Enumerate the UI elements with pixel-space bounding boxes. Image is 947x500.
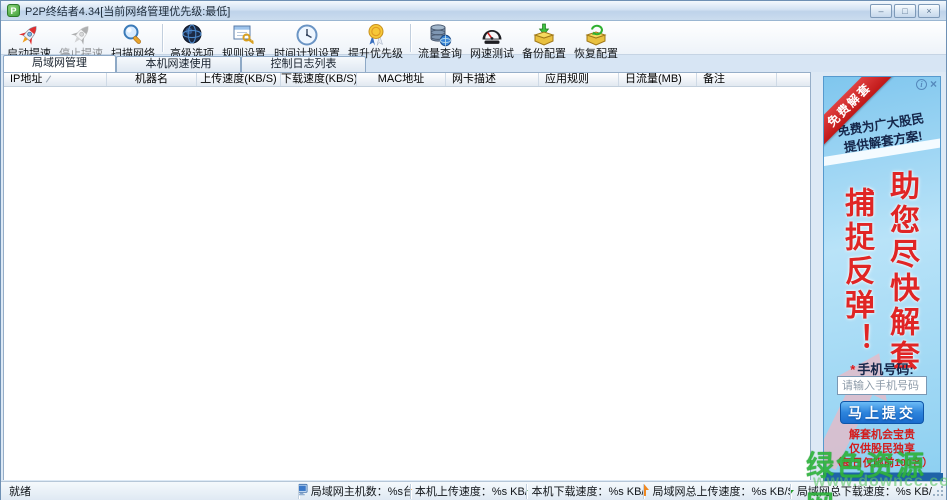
status-local-upload-text: 本机上传速度：%s KB/S xyxy=(414,486,527,498)
column-header-rule[interactable]: 应用规则 xyxy=(539,73,619,86)
sort-icon xyxy=(46,75,52,83)
column-header-filler xyxy=(777,73,810,86)
maximize-button[interactable]: □ xyxy=(894,3,916,18)
window-title: P2P终结者4.34[当前网络管理优先级:最低] xyxy=(25,5,231,18)
ad-panel[interactable]: 免费解套 i × 免费为广大股民 提供解套方案! 助您尽快解套 捕捉反弹！ * 手… xyxy=(823,76,941,473)
column-header-download-speed[interactable]: 下载速度(KB/S) xyxy=(281,73,357,86)
rocket-stop-icon xyxy=(68,22,94,48)
app-logo-icon: P xyxy=(7,4,20,17)
status-lan-upload: 局域网总上传速度：%s KB/S xyxy=(644,482,790,500)
tab-bar: 局域网管理 本机网速使用 控制日志列表 xyxy=(1,55,946,72)
ad-close-icon[interactable]: × xyxy=(930,78,937,90)
close-button[interactable]: × xyxy=(918,3,940,18)
ad-controls: i × xyxy=(915,78,937,90)
status-host-count-text: 局域网主机数：%s台 xyxy=(310,486,410,498)
up-arrow-icon xyxy=(644,483,650,499)
computer-icon xyxy=(298,483,308,499)
toolbar-separator xyxy=(162,24,163,52)
up-arrow-icon xyxy=(410,484,412,499)
globe-icon xyxy=(179,22,205,48)
column-header-daily-traffic[interactable]: 日流量(MB) xyxy=(619,73,697,86)
ad-headline-right: 助您尽快解套 xyxy=(885,170,918,374)
table-header-row: IP地址 机器名 上传速度(KB/S) 下载速度(KB/S) MAC地址 网卡描… xyxy=(4,73,810,87)
status-local-download: 本机下载速度：%s KB/S xyxy=(527,482,643,500)
phone-input[interactable] xyxy=(837,376,927,395)
watermark-site-url: www.downcc.com xyxy=(813,473,947,490)
status-bar: 就绪 局域网主机数：%s台 本机上传速度：%s KB/S 本机下载速度：%s K… xyxy=(1,481,946,500)
status-local-upload: 本机上传速度：%s KB/S xyxy=(410,482,527,500)
tab-local-speed-usage[interactable]: 本机网速使用 xyxy=(116,56,241,72)
column-header-machine-name[interactable]: 机器名 xyxy=(107,73,197,86)
toolbar-separator xyxy=(410,24,411,52)
ad-info-icon[interactable]: i xyxy=(915,79,927,90)
app-window: { "window": { "title": "P2P终结者4.34[当前网络管… xyxy=(0,0,947,500)
main-toolbar: 启动提速 停止提速 扫描网络 高级选项 规则设置 时间计划设置 提升优先级 流量… xyxy=(1,21,946,60)
minimize-button[interactable]: – xyxy=(870,3,892,18)
watermark-site-name: 绿色资源网 xyxy=(806,450,927,500)
column-header-mac[interactable]: MAC地址 xyxy=(357,73,446,86)
medal-icon xyxy=(363,22,389,48)
status-ready: 就绪 xyxy=(9,486,31,498)
status-local-download-text: 本机下载速度：%s KB/S xyxy=(531,486,644,498)
column-header-upload-speed[interactable]: 上传速度(KB/S) xyxy=(197,73,281,86)
required-asterisk: * xyxy=(850,362,856,377)
tab-lan-management[interactable]: 局域网管理 xyxy=(3,55,116,72)
column-header-ip[interactable]: IP地址 xyxy=(4,73,107,86)
ad-headline-left: 捕捉反弹！ xyxy=(840,187,873,357)
column-header-remark[interactable]: 备注 xyxy=(697,73,777,86)
tab-control-log-list[interactable]: 控制日志列表 xyxy=(241,56,366,72)
gauge-icon xyxy=(479,22,505,48)
box-restore-icon xyxy=(583,22,609,48)
phone-label: 手机号码: xyxy=(857,362,914,377)
submit-button[interactable]: 马上提交 xyxy=(840,401,924,424)
ad-note-line1: 解套机会宝贵 xyxy=(849,429,915,441)
down-arrow-icon xyxy=(527,484,529,499)
down-arrow-icon xyxy=(791,484,794,499)
status-lan-upload-text: 局域网总上传速度：%s KB/S xyxy=(652,486,791,498)
rocket-start-icon xyxy=(16,22,42,48)
host-table: IP地址 机器名 上传速度(KB/S) 下载速度(KB/S) MAC地址 网卡描… xyxy=(3,72,811,480)
table-body-empty[interactable] xyxy=(4,87,810,480)
box-download-icon xyxy=(531,22,557,48)
status-host-count: 局域网主机数：%s台 xyxy=(298,482,410,500)
window-controls: – □ × xyxy=(870,3,940,18)
content-area: IP地址 机器名 上传速度(KB/S) 下载速度(KB/S) MAC地址 网卡描… xyxy=(1,72,946,481)
database-globe-icon xyxy=(427,22,453,48)
window-key-icon xyxy=(231,22,257,48)
title-bar: P P2P终结者4.34[当前网络管理优先级:最低] – □ × xyxy=(1,1,946,21)
magnifier-icon xyxy=(120,22,146,48)
clock-icon xyxy=(294,22,320,48)
column-header-nic-desc[interactable]: 网卡描述 xyxy=(446,73,539,86)
